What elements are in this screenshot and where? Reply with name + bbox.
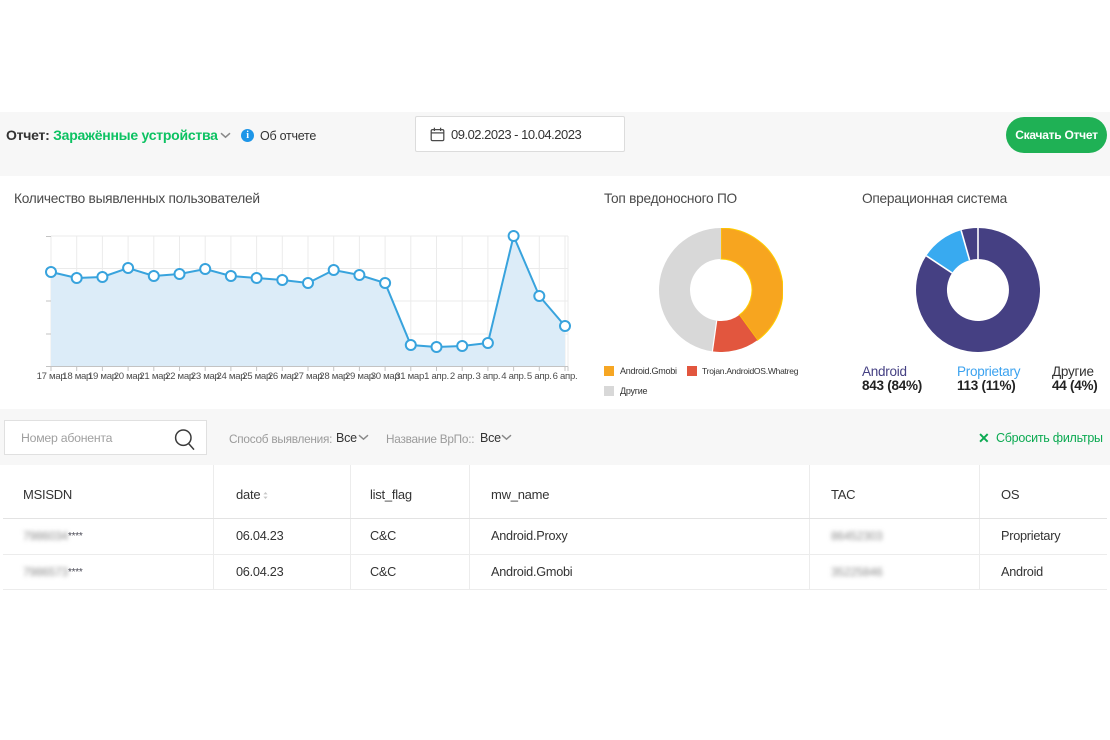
svg-text:6 апр.: 6 апр. [553,371,578,382]
svg-text:4 апр.: 4 апр. [501,371,526,382]
svg-text:31 мар.: 31 мар. [395,371,426,382]
svg-text:23 мар: 23 мар [191,371,220,382]
svg-text:21 мар: 21 мар [139,371,168,382]
svg-text:28 мар: 28 мар [319,371,348,382]
svg-text:1 апр.: 1 апр. [424,371,449,382]
svg-text:24 мар: 24 мар [216,371,245,382]
svg-text:3 апр.: 3 апр. [476,371,501,382]
svg-text:19 мар: 19 мар [88,371,117,382]
svg-text:20 мар: 20 мар [114,371,143,382]
svg-text:22 мар: 22 мар [165,371,194,382]
svg-text:27 мар: 27 мар [294,371,323,382]
svg-text:2 апр.: 2 апр. [450,371,475,382]
svg-text:18 мар: 18 мар [62,371,91,382]
svg-text:29 мар: 29 мар [345,371,374,382]
svg-text:25 мар: 25 мар [242,371,271,382]
svg-text:17 мар: 17 мар [37,371,66,382]
svg-text:5 апр.: 5 апр. [527,371,552,382]
svg-text:26 мар: 26 мар [268,371,297,382]
